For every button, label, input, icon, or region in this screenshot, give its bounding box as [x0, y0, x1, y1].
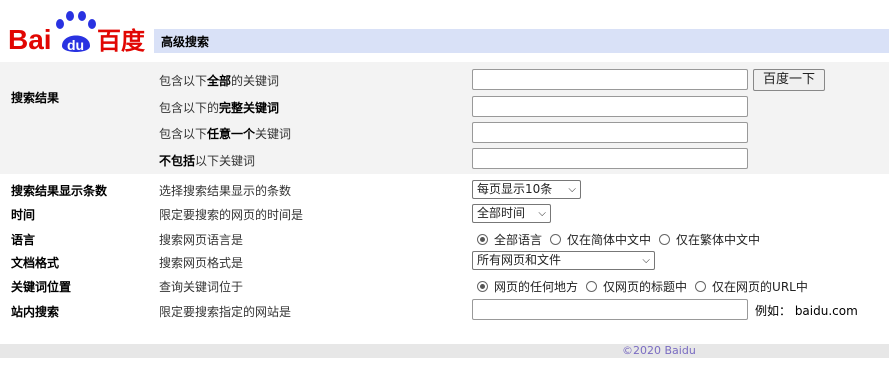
chevron-down-icon: ⌵: [568, 184, 576, 195]
count-desc: 选择搜索结果显示的条数: [159, 184, 292, 198]
footer-copyright: ©2020 Baidu: [622, 344, 696, 357]
any-keywords-input[interactable]: [472, 122, 748, 143]
language-simplified-option[interactable]: 仅在简体中文中: [550, 231, 651, 248]
position-desc: 查询关键词位于: [159, 280, 244, 294]
exact-phrase-desc: 包含以下的完整关键词: [159, 101, 280, 115]
radio-checked-icon[interactable]: [477, 234, 488, 245]
language-radio-group: 全部语言 仅在简体中文中 仅在繁体中文中: [477, 231, 768, 248]
time-select[interactable]: 全部时间 ⌵: [472, 204, 551, 223]
footer: ©2020 Baidu: [0, 344, 889, 358]
radio-unchecked-icon[interactable]: [586, 281, 598, 292]
logo-text-left: Bai: [8, 24, 52, 55]
position-url-option[interactable]: 仅在网页的URL中: [695, 278, 808, 295]
time-desc: 限定要搜索的网页的时间是: [159, 208, 304, 222]
time-label: 时间: [11, 208, 36, 222]
exact-phrase-input[interactable]: [472, 96, 748, 117]
baidu-logo[interactable]: Bai du 百度: [8, 6, 148, 56]
time-select-value: 全部时间: [477, 206, 526, 220]
position-radio-group: 网页的任何地方 仅网页的标题中 仅在网页的URL中: [477, 278, 816, 295]
position-label: 关键词位置: [11, 280, 72, 294]
position-title-option[interactable]: 仅网页的标题中: [586, 278, 687, 295]
page-title: 高级搜索: [161, 35, 210, 49]
site-example: 例如： baidu.com: [755, 304, 858, 318]
radio-unchecked-icon[interactable]: [550, 234, 562, 245]
chevron-down-icon: ⌵: [642, 255, 650, 266]
search-button[interactable]: 百度一下: [753, 69, 825, 91]
count-select-value: 每页显示10条: [477, 182, 553, 196]
format-select-value: 所有网页和文件: [477, 253, 562, 267]
format-label: 文档格式: [11, 256, 60, 270]
title-bar: 高级搜索: [154, 29, 889, 53]
count-label: 搜索结果显示条数: [11, 184, 108, 198]
language-desc: 搜索网页语言是: [159, 233, 244, 247]
any-keywords-desc: 包含以下任意一个关键词: [159, 127, 292, 141]
site-input[interactable]: [472, 299, 748, 320]
exclude-keywords-input[interactable]: [472, 148, 748, 169]
site-label: 站内搜索: [11, 305, 60, 319]
language-label: 语言: [11, 233, 36, 247]
format-select[interactable]: 所有网页和文件 ⌵: [472, 251, 655, 270]
language-all-option[interactable]: 全部语言: [477, 231, 542, 248]
logo-text-right: 百度: [97, 27, 146, 55]
site-desc: 限定要搜索指定的网站是: [159, 305, 292, 319]
all-keywords-input[interactable]: [472, 69, 748, 90]
format-desc: 搜索网页格式是: [159, 256, 244, 270]
language-traditional-option[interactable]: 仅在繁体中文中: [659, 231, 760, 248]
count-select[interactable]: 每页显示10条 ⌵: [472, 180, 581, 199]
chevron-down-icon: ⌵: [538, 208, 546, 219]
exclude-keywords-desc: 不包括以下关键词: [159, 154, 256, 168]
radio-unchecked-icon[interactable]: [659, 234, 671, 245]
logo-text-badge: du: [67, 37, 84, 53]
all-keywords-desc: 包含以下全部的关键词: [159, 74, 280, 88]
search-results-label: 搜索结果: [11, 91, 60, 105]
position-anywhere-option[interactable]: 网页的任何地方: [477, 278, 578, 295]
radio-unchecked-icon[interactable]: [695, 281, 707, 292]
radio-checked-icon[interactable]: [477, 281, 488, 292]
